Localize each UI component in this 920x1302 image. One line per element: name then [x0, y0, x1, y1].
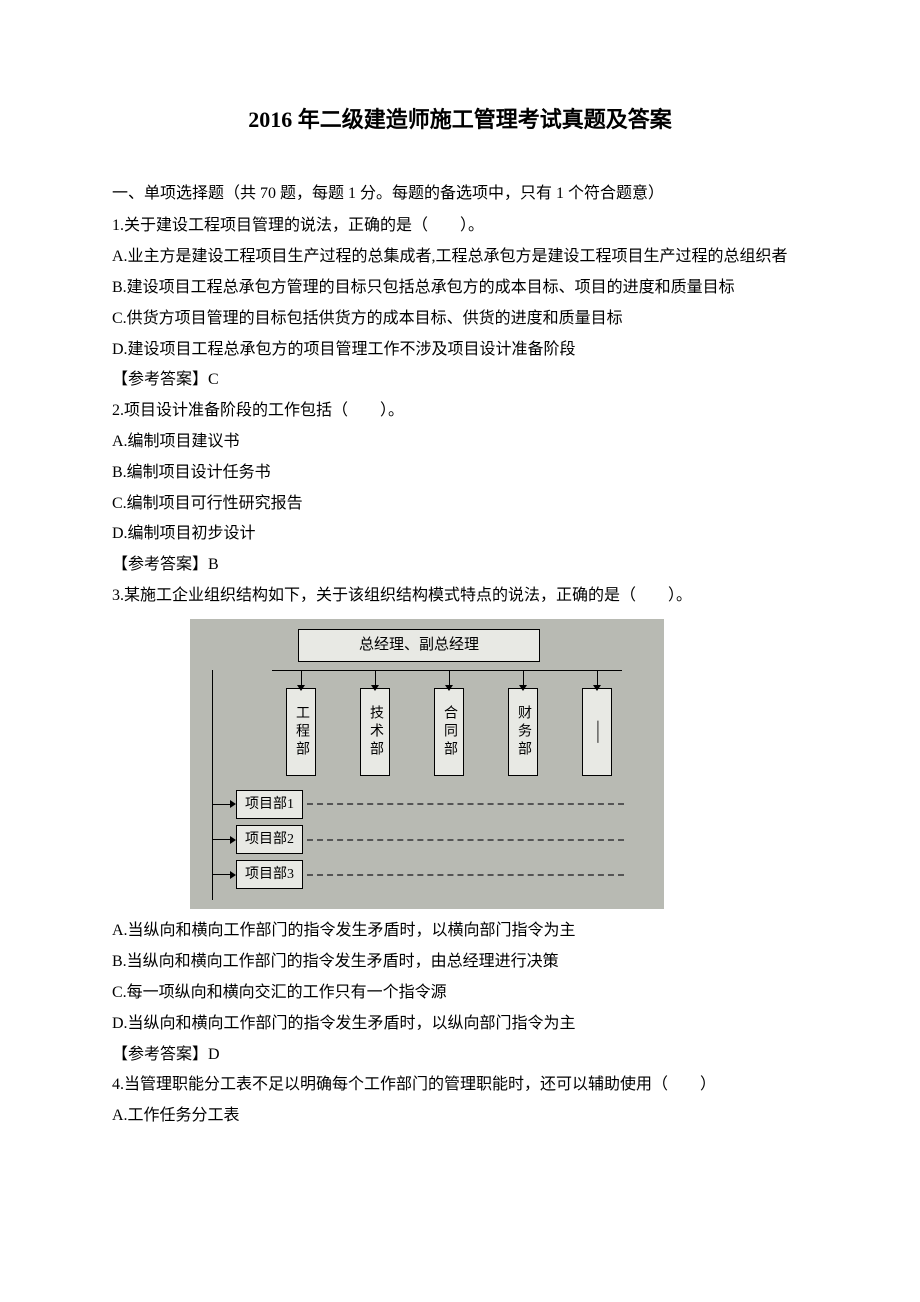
q4-stem: 4.当管理职能分工表不足以明确每个工作部门的管理职能时，还可以辅助使用（ ）	[80, 1071, 840, 1100]
org-dept: 工程部	[286, 688, 316, 776]
org-project-row: 项目部1	[204, 790, 634, 819]
org-dept: 合同部	[434, 688, 464, 776]
q1-answer: 【参考答案】C	[80, 366, 840, 395]
org-dept: ⸺	[582, 688, 612, 776]
org-top-box: 总经理、副总经理	[298, 629, 540, 662]
org-dept-label: 技术部	[367, 705, 383, 759]
q1-option-c: C.供货方项目管理的目标包括供货方的成本目标、供货的进度和质量目标	[80, 305, 840, 334]
q3-option-b: B.当纵向和横向工作部门的指令发生矛盾时，由总经理进行决策	[80, 948, 840, 977]
org-dept: 技术部	[360, 688, 390, 776]
org-project-row: 项目部3	[204, 860, 634, 889]
org-dept-label: 合同部	[441, 705, 457, 759]
org-dept-label: ⸺	[589, 720, 605, 743]
q1-stem: 1.关于建设工程项目管理的说法，正确的是（ ）。	[80, 212, 840, 241]
org-project-box: 项目部3	[236, 860, 303, 889]
org-project-box: 项目部1	[236, 790, 303, 819]
q3-stem: 3.某施工企业组织结构如下，关于该组织结构模式特点的说法，正确的是（ ）。	[80, 582, 840, 611]
org-chart-diagram: 总经理、副总经理 工程部 技术部 合同部 财务部 ⸺ 项目部1 项	[190, 619, 840, 910]
org-dept-label: 工程部	[293, 705, 309, 759]
q1-option-b: B.建设项目工程总承包方管理的目标只包括总承包方的成本目标、项目的进度和质量目标	[80, 274, 840, 303]
q2-option-d: D.编制项目初步设计	[80, 520, 840, 549]
q2-option-b: B.编制项目设计任务书	[80, 459, 840, 488]
org-dept-label: 财务部	[515, 705, 531, 759]
org-dept: 财务部	[508, 688, 538, 776]
q4-option-a: A.工作任务分工表	[80, 1102, 840, 1131]
section-header: 一、单项选择题（共 70 题，每题 1 分。每题的备选项中，只有 1 个符合题意…	[80, 180, 840, 209]
q2-option-a: A.编制项目建议书	[80, 428, 840, 457]
q3-answer: 【参考答案】D	[80, 1041, 840, 1070]
q1-option-d: D.建设项目工程总承包方的项目管理工作不涉及项目设计准备阶段	[80, 336, 840, 365]
q2-stem: 2.项目设计准备阶段的工作包括（ ）。	[80, 397, 840, 426]
page-title: 2016 年二级建造师施工管理考试真题及答案	[80, 100, 840, 140]
q3-option-a: A.当纵向和横向工作部门的指令发生矛盾时，以横向部门指令为主	[80, 917, 840, 946]
q3-option-c: C.每一项纵向和横向交汇的工作只有一个指令源	[80, 979, 840, 1008]
q2-option-c: C.编制项目可行性研究报告	[80, 490, 840, 519]
org-project-box: 项目部2	[236, 825, 303, 854]
q3-option-d: D.当纵向和横向工作部门的指令发生矛盾时，以纵向部门指令为主	[80, 1010, 840, 1039]
q2-answer: 【参考答案】B	[80, 551, 840, 580]
q1-option-a: A.业主方是建设工程项目生产过程的总集成者,工程总承包方是建设工程项目生产过程的…	[80, 243, 840, 272]
org-project-row: 项目部2	[204, 825, 634, 854]
